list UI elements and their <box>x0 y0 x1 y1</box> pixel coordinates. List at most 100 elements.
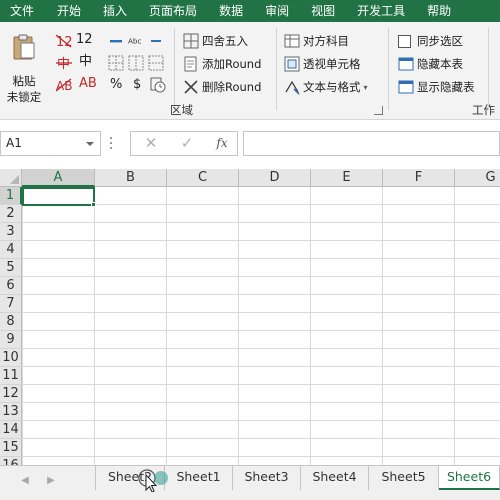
drag-cursor-icon <box>138 469 168 493</box>
column-header[interactable]: D <box>239 169 311 187</box>
ribbon-separator <box>174 28 175 110</box>
row-header[interactable]: 12 <box>0 385 22 403</box>
name-box[interactable]: A1 <box>0 131 101 156</box>
number-12-button[interactable]: 12 <box>76 32 93 50</box>
menu-home[interactable]: 开始 <box>46 0 92 22</box>
svg-text:中: 中 <box>57 57 70 71</box>
add-round-label: 添加Round <box>202 57 262 71</box>
menu-page-layout[interactable]: 页面布局 <box>138 0 208 22</box>
row-header[interactable]: 1 <box>0 187 22 205</box>
number-strike-icon[interactable]: 12 <box>56 33 72 49</box>
ribbon: 粘贴 未锁定 12 12 中 中 AB AB Abc % $ <box>0 22 500 120</box>
menu-bar: 文件 开始 插入 页面布局 数据 审阅 视图 开发工具 帮助 <box>0 0 500 22</box>
svg-text:Abc: Abc <box>128 37 141 46</box>
check-icon[interactable]: ✓ <box>177 132 197 155</box>
cell-area[interactable] <box>22 187 500 465</box>
percent-button[interactable]: % <box>110 77 122 95</box>
text-format-icon <box>284 79 300 95</box>
paste-unlocked-button[interactable]: 粘贴 未锁定 <box>4 30 44 110</box>
row-header[interactable]: 13 <box>0 403 22 421</box>
counter-account-button[interactable]: 对方科目 <box>284 31 349 51</box>
column-header[interactable]: E <box>311 169 383 187</box>
account-icon <box>284 33 300 49</box>
scroll-left-icon[interactable]: ◀ <box>18 474 32 488</box>
column-header[interactable]: C <box>167 169 239 187</box>
scroll-right-icon[interactable]: ▶ <box>44 474 58 488</box>
sheet-tab[interactable]: Sheet5 <box>369 466 439 490</box>
row-header[interactable]: 5 <box>0 259 22 277</box>
show-hidden-sheets-button[interactable]: 显示隐藏表 <box>398 77 475 97</box>
menu-help[interactable]: 帮助 <box>416 0 462 22</box>
formula-input[interactable] <box>243 131 500 156</box>
row-header[interactable]: 7 <box>0 295 22 313</box>
text-format-button[interactable]: 文本与格式 ▾ <box>284 77 368 97</box>
row-header[interactable]: 11 <box>0 367 22 385</box>
row-header[interactable]: 4 <box>0 241 22 259</box>
row-header[interactable]: 9 <box>0 331 22 349</box>
name-box-value: A1 <box>6 136 22 150</box>
menu-review[interactable]: 审阅 <box>254 0 300 22</box>
sync-selection-button[interactable]: 同步选区 <box>398 31 463 51</box>
insert-function-button[interactable]: fx <box>211 132 233 155</box>
minus-icon[interactable] <box>108 33 124 49</box>
cell-border-icon[interactable] <box>148 55 164 71</box>
cell-outline-icon[interactable] <box>128 55 144 71</box>
group-label-region: 区域 <box>170 103 193 117</box>
sync-checkbox[interactable] <box>398 34 411 48</box>
menu-developer[interactable]: 开发工具 <box>346 0 416 22</box>
menu-insert[interactable]: 插入 <box>92 0 138 22</box>
chinese-char-button[interactable]: 中 <box>79 54 92 72</box>
column-header[interactable]: G <box>455 169 500 187</box>
round-half-up-label: 四舍五入 <box>202 34 248 48</box>
menu-data[interactable]: 数据 <box>208 0 254 22</box>
pivot-cell-label: 透视单元格 <box>303 57 361 71</box>
row-header[interactable]: 8 <box>0 313 22 331</box>
sheet-grid: A B C D E F G 1 2 3 4 5 6 7 8 9 10 11 12… <box>0 169 500 465</box>
chinese-strike-icon[interactable]: 中 <box>56 55 72 71</box>
select-all-button[interactable] <box>0 169 22 187</box>
chevron-down-icon[interactable] <box>86 142 94 146</box>
row-header[interactable]: 16 <box>0 457 22 465</box>
row-header[interactable]: 14 <box>0 421 22 439</box>
sheet-tab-active[interactable]: Sheet6 <box>439 466 500 490</box>
sheet-tab[interactable]: Sheet1 <box>165 466 233 490</box>
show-sheets-icon <box>398 79 414 95</box>
cancel-icon[interactable]: ✕ <box>141 132 161 155</box>
hide-sheet-label: 隐藏本表 <box>417 57 463 71</box>
pivot-cell-button[interactable]: 透视单元格 <box>284 54 361 74</box>
letters-ab-button[interactable]: AB <box>79 76 97 94</box>
ribbon-separator <box>488 28 489 110</box>
add-round-button[interactable]: 添加Round <box>183 54 261 74</box>
currency-button[interactable]: $ <box>133 77 141 95</box>
clock-icon[interactable] <box>150 77 166 93</box>
menu-file[interactable]: 文件 <box>0 0 46 22</box>
letters-strike-icon[interactable]: AB <box>56 77 72 93</box>
column-header[interactable]: F <box>383 169 455 187</box>
row-header[interactable]: 3 <box>0 223 22 241</box>
sheet-tab[interactable]: Sheet3 <box>233 466 301 490</box>
show-hidden-sheets-label: 显示隐藏表 <box>417 80 475 94</box>
column-header[interactable]: A <box>22 169 95 187</box>
row-header[interactable]: 2 <box>0 205 22 223</box>
sheet-tab[interactable]: Sheet4 <box>301 466 369 490</box>
fill-handle[interactable] <box>91 202 96 207</box>
column-header[interactable]: B <box>95 169 167 187</box>
remove-round-button[interactable]: 删除Round <box>183 77 261 97</box>
drag-handle-icon[interactable] <box>110 137 113 150</box>
dialog-launcher-icon[interactable] <box>374 106 383 115</box>
row-header[interactable]: 15 <box>0 439 22 457</box>
row-header[interactable]: 10 <box>0 349 22 367</box>
active-cell-a1[interactable] <box>22 187 95 206</box>
group-label-worksheet: 工作 <box>472 103 495 117</box>
close-icon <box>183 79 199 95</box>
paste-label: 粘贴 <box>12 74 36 88</box>
row-header[interactable]: 6 <box>0 277 22 295</box>
round-half-up-button[interactable]: 四舍五入 <box>183 31 248 51</box>
text-format-icon[interactable]: Abc <box>128 33 144 49</box>
cell-grid-icon[interactable] <box>108 55 124 71</box>
menu-view[interactable]: 视图 <box>300 0 346 22</box>
hide-sheet-button[interactable]: 隐藏本表 <box>398 54 463 74</box>
formula-bar: A1 ✕ ✓ fx <box>0 121 500 169</box>
sheet-tab-bar: ◀ ▶ Sheet2 Sheet1 Sheet3 Sheet4 Sheet5 S… <box>0 465 500 500</box>
small-minus-icon[interactable] <box>148 33 164 49</box>
